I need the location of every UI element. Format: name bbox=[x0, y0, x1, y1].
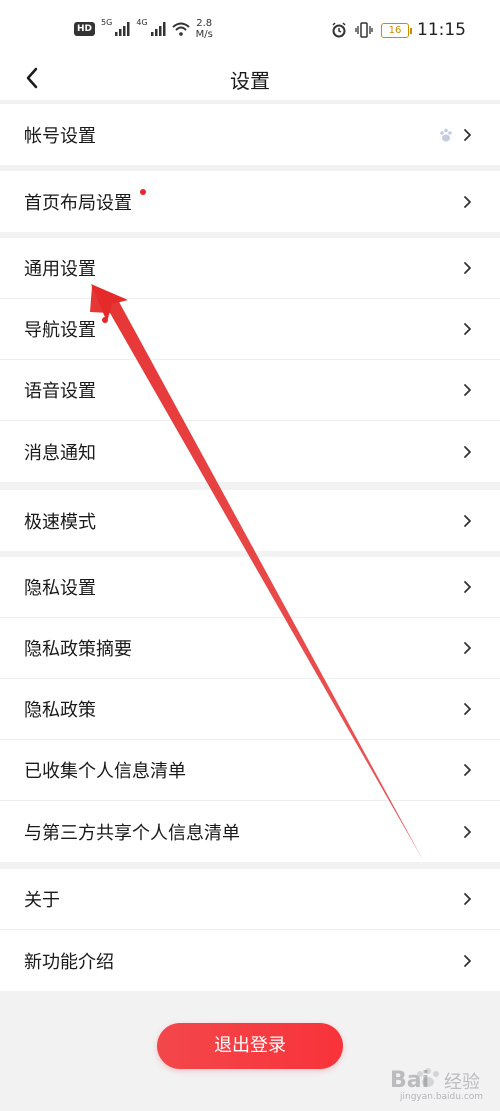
network-5g-label: 5G bbox=[101, 18, 113, 27]
chevron-right-icon bbox=[464, 445, 471, 458]
chevron-right-icon bbox=[464, 642, 471, 654]
settings-row[interactable]: 隐私设置 bbox=[0, 557, 500, 618]
chevron-right-icon bbox=[464, 195, 471, 208]
settings-row-label: 消息通知 bbox=[24, 442, 96, 464]
status-left: HD 5G 4G 2.8 M/s bbox=[74, 18, 213, 40]
settings-row-label: 帐号设置 bbox=[24, 125, 96, 147]
chevron-right-icon bbox=[464, 262, 471, 274]
signal-icon bbox=[150, 22, 166, 36]
baidu-paw-icon bbox=[440, 128, 452, 141]
status-bar: HD 5G 4G 2.8 M/s 16 11:15 bbox=[0, 0, 500, 62]
settings-row-label: 与第三方共享个人信息清单 bbox=[24, 822, 240, 844]
settings-row-label: 关于 bbox=[24, 890, 60, 911]
chevron-right-icon bbox=[464, 514, 471, 527]
settings-row[interactable]: 首页布局设置 bbox=[0, 171, 500, 232]
settings-row[interactable]: 极速模式 bbox=[0, 490, 500, 551]
settings-row-label: 新功能介绍 bbox=[24, 951, 114, 973]
settings-row[interactable]: 与第三方共享个人信息清单 bbox=[0, 801, 500, 862]
settings-group: 关于 新功能介绍 bbox=[0, 869, 500, 991]
page-title: 设置 bbox=[230, 69, 270, 93]
network-speed: 2.8 M/s bbox=[196, 18, 213, 40]
settings-row-label: 隐私政策摘要 bbox=[24, 639, 132, 660]
vibrate-icon bbox=[355, 22, 373, 38]
settings-group: 极速模式 bbox=[0, 490, 500, 551]
settings-row[interactable]: 新功能介绍 bbox=[0, 930, 500, 991]
settings-row[interactable]: 语音设置 bbox=[0, 360, 500, 421]
settings-group: 首页布局设置 bbox=[0, 171, 500, 232]
settings-row-label: 隐私政策 bbox=[24, 700, 96, 721]
speed-unit: M/s bbox=[195, 29, 213, 40]
speed-value: 2.8 bbox=[196, 18, 213, 29]
settings-row-label: 首页布局设置 bbox=[24, 192, 132, 214]
status-right: 16 11:15 bbox=[331, 20, 466, 40]
settings-row[interactable]: 已收集个人信息清单 bbox=[0, 740, 500, 801]
settings-group: 隐私设置隐私政策摘要 隐私政策已收集个人信息清单与第三方共享个人信息清单 bbox=[0, 557, 500, 862]
chevron-right-icon bbox=[464, 323, 471, 335]
settings-group: 通用设置导航设置语音设置消息通知 bbox=[0, 238, 500, 482]
wifi-icon bbox=[171, 22, 190, 36]
new-badge-dot bbox=[102, 317, 108, 323]
settings-group: 帐号设置 bbox=[0, 104, 500, 165]
settings-row-label: 语音设置 bbox=[24, 381, 96, 402]
watermark: Bai 经验 jingyan.baidu.com bbox=[360, 1060, 490, 1104]
settings-row[interactable]: 帐号设置 bbox=[0, 104, 500, 165]
watermark-cn: 经验 bbox=[444, 1072, 480, 1093]
settings-row-label: 已收集个人信息清单 bbox=[24, 761, 186, 782]
battery-indicator: 16 bbox=[381, 22, 412, 38]
chevron-right-icon bbox=[464, 893, 471, 905]
chevron-right-icon bbox=[464, 825, 471, 838]
chevron-right-icon bbox=[464, 128, 471, 141]
settings-row-label: 通用设置 bbox=[24, 259, 96, 280]
new-badge-dot bbox=[140, 189, 146, 195]
network-4g-label: 4G bbox=[136, 18, 148, 27]
nav-bar: 设置 bbox=[0, 62, 500, 100]
chevron-right-icon bbox=[464, 703, 471, 715]
settings-row[interactable]: 关于 bbox=[0, 869, 500, 930]
logout-button[interactable]: 退出登录 bbox=[157, 1023, 343, 1069]
chevron-right-icon bbox=[464, 384, 471, 396]
settings-row-label: 极速模式 bbox=[24, 511, 96, 533]
alarm-icon bbox=[332, 22, 346, 38]
watermark-brand: Bai bbox=[390, 1068, 430, 1093]
chevron-right-icon bbox=[464, 954, 471, 967]
clock: 11:15 bbox=[417, 20, 466, 40]
settings-row-label: 导航设置 bbox=[24, 320, 96, 341]
watermark-domain: jingyan.baidu.com bbox=[400, 1092, 484, 1102]
signal-icon bbox=[115, 22, 130, 36]
chevron-right-icon bbox=[464, 581, 471, 593]
settings-row[interactable]: 隐私政策摘要 bbox=[0, 618, 500, 679]
hd-badge: HD bbox=[74, 22, 96, 36]
settings-row-label: 隐私设置 bbox=[24, 578, 96, 599]
settings-row[interactable]: 隐私政策 bbox=[0, 679, 500, 740]
chevron-right-icon bbox=[464, 764, 471, 776]
settings-row[interactable]: 消息通知 bbox=[0, 421, 500, 482]
settings-row[interactable]: 通用设置 bbox=[0, 238, 500, 299]
settings-row[interactable]: 导航设置 bbox=[0, 299, 500, 360]
